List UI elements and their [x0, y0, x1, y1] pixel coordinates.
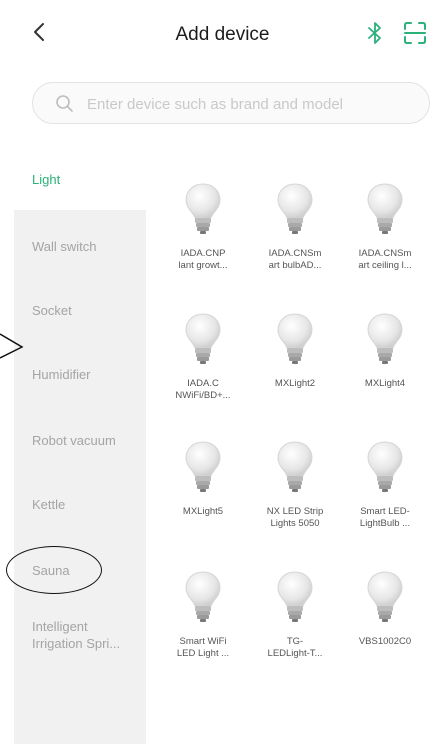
search-bar[interactable]	[32, 82, 430, 125]
device-label: TG- LEDLight-T...	[267, 636, 323, 659]
device-tile[interactable]: MXLight5	[160, 438, 246, 518]
device-label: IADA.C NWiFi/BD+...	[175, 378, 231, 401]
search-icon	[56, 95, 73, 112]
category-humidifier[interactable]: Humidifier	[32, 366, 91, 383]
light-bulb-icon	[277, 571, 313, 622]
device-tile[interactable]: NX LED Strip Lights 5050	[252, 438, 338, 530]
category-kettle[interactable]: Kettle	[32, 496, 65, 513]
light-bulb-icon	[185, 183, 221, 234]
device-tile[interactable]: IADA.C NWiFi/BD+...	[160, 310, 246, 402]
search-input[interactable]	[85, 83, 419, 125]
light-bulb-icon	[277, 183, 313, 234]
header: Add device	[0, 0, 445, 72]
light-bulb-icon	[367, 571, 403, 622]
device-label: Smart WiFi LED Light ...	[176, 636, 230, 659]
light-bulb-icon	[277, 441, 313, 492]
device-tile[interactable]: Smart LED- LightBulb ...	[342, 438, 428, 530]
device-tile[interactable]: VBS1002C0	[342, 568, 428, 648]
device-tile[interactable]: TG- LEDLight-T...	[252, 568, 338, 660]
light-bulb-icon	[367, 313, 403, 364]
device-tile[interactable]: IADA.CNSm art ceiling l...	[342, 180, 428, 272]
device-tile[interactable]: MXLight4	[342, 310, 428, 390]
category-sidebar: Wall switch Socket Humidifier Robot vacu…	[14, 210, 146, 744]
device-label: NX LED Strip Lights 5050	[266, 506, 324, 529]
device-label: IADA.CNSm art ceiling l...	[358, 248, 412, 271]
light-bulb-icon	[367, 441, 403, 492]
light-bulb-icon	[185, 441, 221, 492]
annotation-arrow-mark	[0, 333, 24, 359]
device-tile[interactable]: Smart WiFi LED Light ...	[160, 568, 246, 660]
device-tile[interactable]: MXLight2	[252, 310, 338, 390]
annotation-ellipse-mark	[6, 546, 102, 594]
bluetooth-icon[interactable]	[364, 20, 386, 46]
scan-icon[interactable]	[402, 20, 428, 46]
device-label: IADA.CNP lant growt...	[178, 248, 228, 271]
category-wall-switch[interactable]: Wall switch	[32, 238, 97, 255]
category-light[interactable]: Light	[32, 172, 60, 187]
device-label: IADA.CNSm art bulbAD...	[268, 248, 322, 271]
device-tile[interactable]: IADA.CNSm art bulbAD...	[252, 180, 338, 272]
device-label: MXLight4	[364, 378, 406, 389]
category-intelligent-irrigation[interactable]: Intelligent Irrigation Spri...	[32, 618, 120, 652]
category-robot-vacuum[interactable]: Robot vacuum	[32, 432, 116, 449]
device-tile[interactable]: IADA.CNP lant growt...	[160, 180, 246, 272]
device-label: Smart LED- LightBulb ...	[359, 506, 411, 529]
light-bulb-icon	[185, 571, 221, 622]
category-socket[interactable]: Socket	[32, 302, 72, 319]
light-bulb-icon	[367, 183, 403, 234]
device-label: MXLight2	[274, 378, 316, 389]
light-bulb-icon	[277, 313, 313, 364]
device-label: MXLight5	[182, 506, 224, 517]
light-bulb-icon	[185, 313, 221, 364]
device-label: VBS1002C0	[358, 636, 412, 647]
